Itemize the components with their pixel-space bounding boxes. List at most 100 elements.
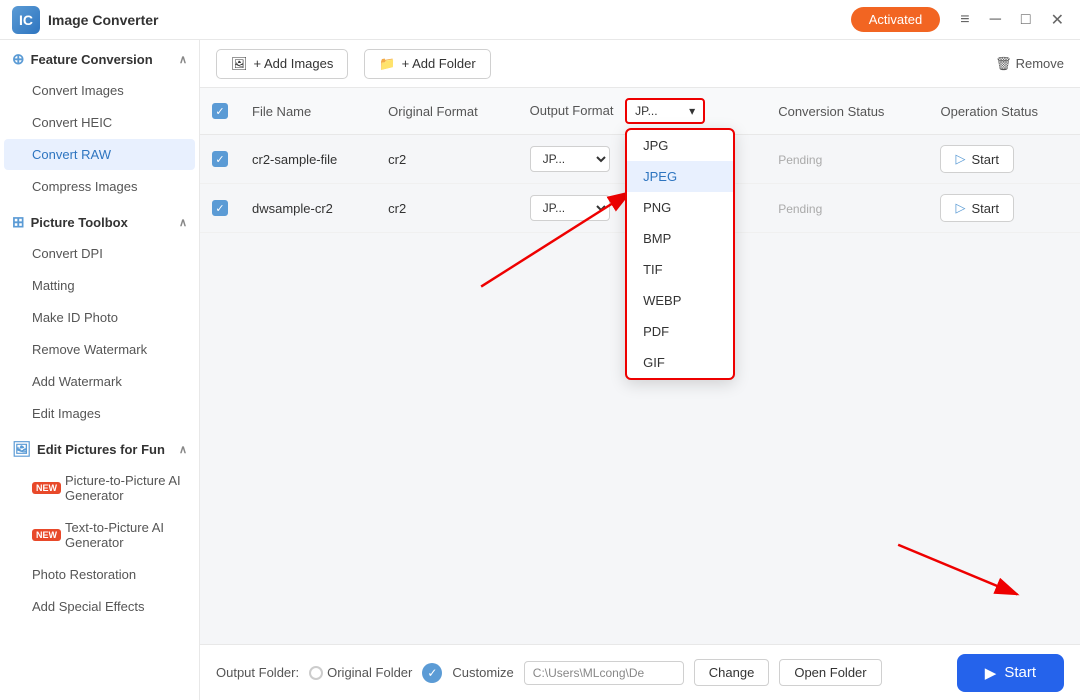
- text-to-picture-label: Text-to-Picture AI Generator: [65, 520, 183, 550]
- row1-format-select[interactable]: JP... JPEG PNG: [530, 146, 610, 172]
- row2-status-text: Pending: [778, 202, 822, 216]
- radio-circle-original: [309, 666, 323, 680]
- sidebar-item-picture-to-picture[interactable]: NEW Picture-to-Picture AI Generator: [4, 465, 195, 511]
- output-format-header-label: Output Format: [530, 103, 614, 118]
- col-filename: File Name: [240, 88, 376, 135]
- sidebar-item-text-to-picture[interactable]: NEW Text-to-Picture AI Generator: [4, 512, 195, 558]
- chevron-down-icon-2: ∧: [179, 216, 187, 229]
- picture-to-picture-label: Picture-to-Picture AI Generator: [65, 473, 183, 503]
- col-operation-status: Operation Status: [928, 88, 1080, 135]
- select-all-checkbox[interactable]: [212, 103, 228, 119]
- bottom-left: Output Folder: Original Folder ✓ Customi…: [216, 659, 882, 686]
- app-icon: IC: [12, 6, 40, 34]
- row1-start-label: Start: [971, 152, 998, 167]
- output-format-dropdown-button[interactable]: JP... ▾: [625, 98, 705, 124]
- remove-button[interactable]: 🗑 Remove: [995, 56, 1064, 72]
- sidebar-item-add-special-effects[interactable]: Add Special Effects: [4, 591, 195, 622]
- row2-format-select[interactable]: JP... JPEG PNG: [530, 195, 610, 221]
- picture-toolbox-label: Picture Toolbox: [31, 215, 128, 230]
- format-option-jpeg[interactable]: JPEG: [627, 161, 733, 192]
- sidebar-item-remove-watermark[interactable]: Remove Watermark: [4, 334, 195, 365]
- sidebar-item-edit-images[interactable]: Edit Images: [4, 398, 195, 429]
- new-badge-1: NEW: [32, 482, 61, 494]
- sidebar-section-picture-toolbox[interactable]: ⊞ Picture Toolbox ∧: [0, 203, 199, 237]
- row2-operation-status: ▷ Start: [928, 184, 1080, 233]
- row1-filename: cr2-sample-file: [240, 135, 376, 184]
- trash-icon: 🗑: [995, 56, 1012, 72]
- table-wrapper: File Name Original Format Output Format …: [200, 88, 1080, 644]
- title-bar-left: IC Image Converter: [12, 6, 158, 34]
- customize-check-icon: ✓: [422, 663, 442, 683]
- chevron-down-icon: ∧: [179, 53, 187, 66]
- row1-original-format: cr2: [376, 135, 518, 184]
- table-header-row: File Name Original Format Output Format …: [200, 88, 1080, 135]
- start-main-icon: ▶: [985, 664, 997, 682]
- col-output-format: Output Format JP... ▾ JPG: [518, 88, 767, 135]
- add-images-label: + Add Images: [254, 56, 334, 71]
- start-main-label: Start: [1004, 664, 1036, 681]
- format-option-jpg[interactable]: JPG: [627, 130, 733, 161]
- add-folder-label: + Add Folder: [402, 56, 476, 71]
- customize-radio[interactable]: Customize: [452, 665, 513, 680]
- content-area: 🖼 + Add Images 📁 + Add Folder 🗑 Remove: [200, 40, 1080, 700]
- picture-toolbox-icon: ⊞: [12, 213, 25, 231]
- text-to-picture-item: NEW Text-to-Picture AI Generator: [32, 520, 183, 550]
- row2-checkbox-cell: [200, 184, 240, 233]
- change-button[interactable]: Change: [694, 659, 770, 686]
- sidebar-section-feature-conversion[interactable]: ⊕ Feature Conversion ∧: [0, 40, 199, 74]
- menu-button[interactable]: ≡: [956, 8, 973, 32]
- output-path-input[interactable]: [524, 661, 684, 685]
- row2-start-label: Start: [971, 201, 998, 216]
- row1-checkbox[interactable]: [212, 151, 228, 167]
- maximize-button[interactable]: □: [1017, 8, 1035, 32]
- row2-conversion-status: Pending: [766, 184, 928, 233]
- row2-start-button[interactable]: ▷ Start: [940, 194, 1013, 222]
- start-main-button[interactable]: ▶ Start: [957, 654, 1064, 692]
- dropdown-scroll: JPG JPEG PNG BMP TIF WEBP PDF GIF: [627, 130, 733, 378]
- feature-conversion-label: Feature Conversion: [31, 52, 153, 67]
- sidebar-item-convert-heic[interactable]: Convert HEIC: [4, 107, 195, 138]
- original-folder-label: Original Folder: [327, 665, 412, 680]
- dropdown-value: JP...: [635, 104, 657, 118]
- row2-original-format: cr2: [376, 184, 518, 233]
- col-checkbox: [200, 88, 240, 135]
- row2-checkbox[interactable]: [212, 200, 228, 216]
- sidebar-item-make-id-photo[interactable]: Make ID Photo: [4, 302, 195, 333]
- sidebar-item-convert-dpi[interactable]: Convert DPI: [4, 238, 195, 269]
- title-bar-right: Activated ≡ ─ □ ✕: [851, 7, 1068, 32]
- close-button[interactable]: ✕: [1047, 8, 1068, 32]
- play-icon-2: ▷: [955, 200, 965, 216]
- row1-status-text: Pending: [778, 153, 822, 167]
- output-format-dropdown-container: JP... ▾ JPG JPEG PNG BMP: [625, 98, 705, 124]
- format-option-webp[interactable]: WEBP: [627, 285, 733, 316]
- sidebar-item-matting[interactable]: Matting: [4, 270, 195, 301]
- minimize-button[interactable]: ─: [986, 8, 1005, 32]
- row1-checkbox-cell: [200, 135, 240, 184]
- activated-button[interactable]: Activated: [851, 7, 940, 32]
- sidebar-item-convert-raw[interactable]: Convert RAW: [4, 139, 195, 170]
- format-option-tif[interactable]: TIF: [627, 254, 733, 285]
- sidebar-section-edit-pictures[interactable]: 🖼 Edit Pictures for Fun ∧: [0, 430, 199, 464]
- format-option-gif[interactable]: GIF: [627, 347, 733, 378]
- original-folder-radio[interactable]: Original Folder: [309, 665, 412, 680]
- sidebar-item-add-watermark[interactable]: Add Watermark: [4, 366, 195, 397]
- add-images-button[interactable]: 🖼 + Add Images: [216, 49, 348, 79]
- new-badge-2: NEW: [32, 529, 61, 541]
- col-original-format: Original Format: [376, 88, 518, 135]
- sidebar-item-convert-images[interactable]: Convert Images: [4, 75, 195, 106]
- window-controls: ≡ ─ □ ✕: [956, 8, 1068, 32]
- row1-start-button[interactable]: ▷ Start: [940, 145, 1013, 173]
- format-option-pdf[interactable]: PDF: [627, 316, 733, 347]
- format-option-bmp[interactable]: BMP: [627, 223, 733, 254]
- toolbar: 🖼 + Add Images 📁 + Add Folder 🗑 Remove: [200, 40, 1080, 88]
- files-table: File Name Original Format Output Format …: [200, 88, 1080, 233]
- customize-label: Customize: [452, 665, 513, 680]
- format-option-png[interactable]: PNG: [627, 192, 733, 223]
- open-folder-button[interactable]: Open Folder: [779, 659, 881, 686]
- row1-conversion-status: Pending: [766, 135, 928, 184]
- add-folder-button[interactable]: 📁 + Add Folder: [364, 49, 490, 79]
- title-bar: IC Image Converter Activated ≡ ─ □ ✕: [0, 0, 1080, 40]
- sidebar-item-photo-restoration[interactable]: Photo Restoration: [4, 559, 195, 590]
- toolbar-left: 🖼 + Add Images 📁 + Add Folder: [216, 49, 491, 79]
- sidebar-item-compress-images[interactable]: Compress Images: [4, 171, 195, 202]
